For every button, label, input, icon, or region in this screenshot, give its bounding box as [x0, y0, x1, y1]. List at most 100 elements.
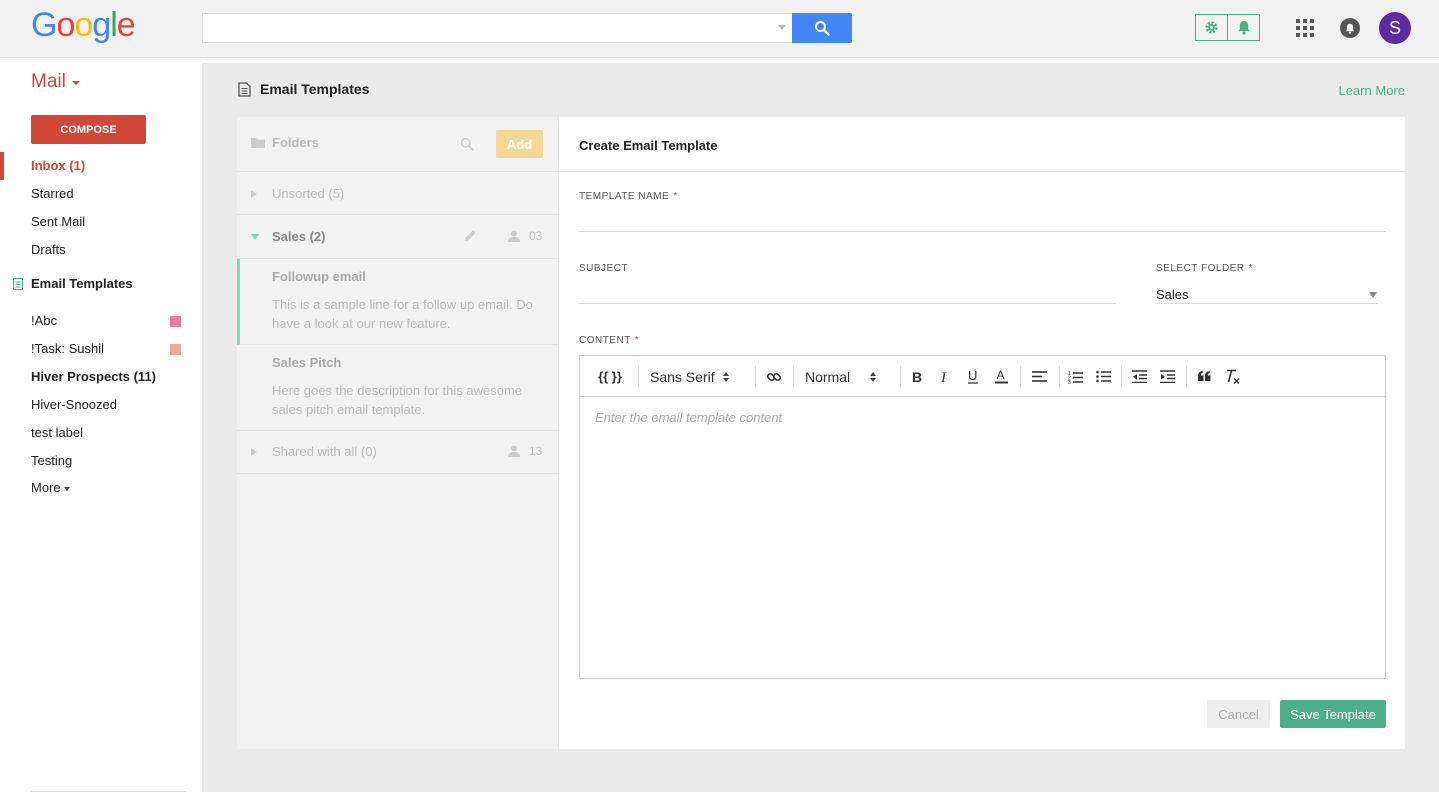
apps-icon[interactable]: [1296, 19, 1314, 37]
content-editor: {{ }} Sans Serif Normal B I U A 1 2 3 En…: [579, 355, 1386, 679]
select-folder-label-text: SELECT FOLDER: [1156, 263, 1245, 274]
bullet-list-icon: [1095, 370, 1111, 383]
folder-row-sales[interactable]: Sales (2) 03: [237, 215, 558, 259]
svg-text:B: B: [912, 370, 922, 384]
toolbar-divider: [900, 366, 901, 387]
subject-label-text: SUBJECT: [579, 263, 629, 274]
font-family-value: Sans Serif: [650, 368, 715, 385]
learn-more-link[interactable]: Learn More: [1339, 83, 1405, 98]
pencil-icon[interactable]: [463, 229, 477, 243]
notifications-icon[interactable]: [1340, 18, 1360, 38]
template-name-label: TEMPLATE NAME *: [579, 191, 678, 202]
underline-button[interactable]: U: [962, 356, 984, 397]
bold-button[interactable]: B: [906, 356, 928, 397]
blockquote-button[interactable]: [1193, 356, 1215, 397]
ordered-list-icon: 1 2 3: [1068, 371, 1083, 384]
search-options-caret-icon[interactable]: [778, 25, 786, 30]
google-logo[interactable]: Google: [31, 6, 136, 45]
template-item-followup[interactable]: Followup email This is a sample line for…: [237, 259, 558, 345]
align-button[interactable]: [1027, 356, 1051, 397]
bell-icon: [1238, 20, 1250, 35]
folder-search-button[interactable]: [460, 137, 474, 154]
template-name: Followup email: [272, 269, 366, 284]
chevron-right-icon: [251, 190, 257, 198]
label-color-swatch[interactable]: [170, 316, 181, 327]
compose-button[interactable]: COMPOSE: [31, 115, 146, 144]
sidebar-item-label: Inbox (1): [31, 158, 86, 173]
folders-header: Folders Add: [237, 117, 558, 172]
indent-button[interactable]: [1156, 356, 1178, 397]
sidebar-item-email-templates[interactable]: Email Templates: [0, 270, 202, 298]
required-mark: *: [634, 335, 640, 346]
mail-switcher[interactable]: Mail: [31, 71, 80, 93]
template-description: This is a sample line for a follow up em…: [272, 297, 533, 331]
sidebar-item-label: Sent Mail: [31, 214, 86, 229]
sidebar-item-task-sushil[interactable]: !Task: Sushil: [0, 335, 202, 363]
sidebar-item-label: !Abc: [31, 313, 58, 328]
link-icon: [766, 372, 782, 381]
save-template-button[interactable]: Save Template: [1280, 700, 1386, 728]
folder-row-shared[interactable]: Shared with all (0) 13: [237, 431, 558, 474]
content-label: CONTENT *: [579, 335, 639, 346]
avatar[interactable]: S: [1379, 12, 1411, 44]
create-template-form: Create Email Template TEMPLATE NAME * SUB…: [558, 117, 1406, 749]
italic-button[interactable]: I: [934, 356, 956, 397]
search-input[interactable]: [202, 13, 793, 43]
font-family-select[interactable]: Sans Serif: [650, 356, 746, 397]
link-button[interactable]: [762, 356, 786, 397]
folder-share-info[interactable]: 13: [508, 444, 542, 458]
page-title: Email Templates: [238, 81, 369, 97]
outdent-button[interactable]: [1128, 356, 1150, 397]
chevron-down-icon[interactable]: [1369, 292, 1377, 298]
editor-toolbar: {{ }} Sans Serif Normal B I U A 1 2 3: [580, 356, 1385, 397]
content-editor-area[interactable]: Enter the email template content: [595, 410, 782, 425]
underline-icon: U: [967, 369, 978, 384]
page-title-text: Email Templates: [260, 81, 370, 97]
search-button[interactable]: [792, 13, 852, 43]
folder-icon: [251, 138, 265, 148]
add-folder-button[interactable]: Add: [496, 130, 543, 158]
svg-text:I: I: [940, 370, 947, 384]
align-left-icon: [1031, 371, 1047, 382]
toolbar-divider: [638, 366, 639, 387]
search-icon: [815, 21, 830, 36]
sidebar-item-test-label[interactable]: test label: [0, 419, 202, 447]
subject-input[interactable]: [579, 279, 1116, 304]
sidebar-item-more[interactable]: More: [0, 474, 202, 502]
folder-share-info[interactable]: 03: [508, 229, 542, 243]
quote-icon: [1197, 371, 1210, 381]
font-size-select[interactable]: Normal: [805, 356, 890, 397]
sidebar-item-label: test label: [31, 425, 84, 440]
chevron-right-icon: [251, 448, 257, 456]
hiver-settings-button[interactable]: [1196, 15, 1227, 40]
folders-panel: Folders Add Unsorted (5) Sales (2) 03 Fo…: [237, 117, 558, 749]
sidebar-item-sent-mail[interactable]: Sent Mail: [0, 208, 202, 236]
sidebar-item-hiver-snoozed[interactable]: Hiver-Snoozed: [0, 391, 202, 419]
toolbar-divider: [793, 366, 794, 387]
sidebar-item-hiver-prospects[interactable]: Hiver Prospects (11): [0, 363, 202, 391]
text-color-button[interactable]: A: [990, 356, 1012, 397]
label-color-swatch[interactable]: [170, 344, 181, 355]
sidebar-item-inbox[interactable]: Inbox (1): [0, 152, 202, 180]
template-name-input[interactable]: [579, 207, 1386, 232]
chevron-down-icon: [251, 234, 259, 240]
sidebar-item-testing[interactable]: Testing: [0, 447, 202, 475]
hiver-reminders-button[interactable]: [1227, 15, 1259, 40]
clear-format-button[interactable]: [1221, 356, 1243, 397]
italic-icon: I: [940, 370, 947, 384]
sidebar-item-starred[interactable]: Starred: [0, 180, 202, 208]
select-folder-value: Sales: [1156, 287, 1189, 302]
user-icon: [508, 445, 520, 457]
select-folder-dropdown[interactable]: [1156, 279, 1378, 304]
ordered-list-button[interactable]: 1 2 3: [1064, 356, 1086, 397]
bullet-list-button[interactable]: [1092, 356, 1114, 397]
sidebar-item-drafts[interactable]: Drafts: [0, 236, 202, 264]
insert-variable-button[interactable]: {{ }}: [590, 356, 630, 397]
folder-row-unsorted[interactable]: Unsorted (5): [237, 172, 558, 215]
required-mark: *: [1248, 263, 1253, 274]
logo-letter: g: [92, 6, 111, 44]
template-item-sales-pitch[interactable]: Sales Pitch Here goes the description fo…: [237, 345, 558, 431]
logo-letter: G: [31, 6, 57, 44]
sidebar-item-abc[interactable]: !Abc: [0, 307, 202, 335]
cancel-button[interactable]: Cancel: [1207, 700, 1270, 728]
